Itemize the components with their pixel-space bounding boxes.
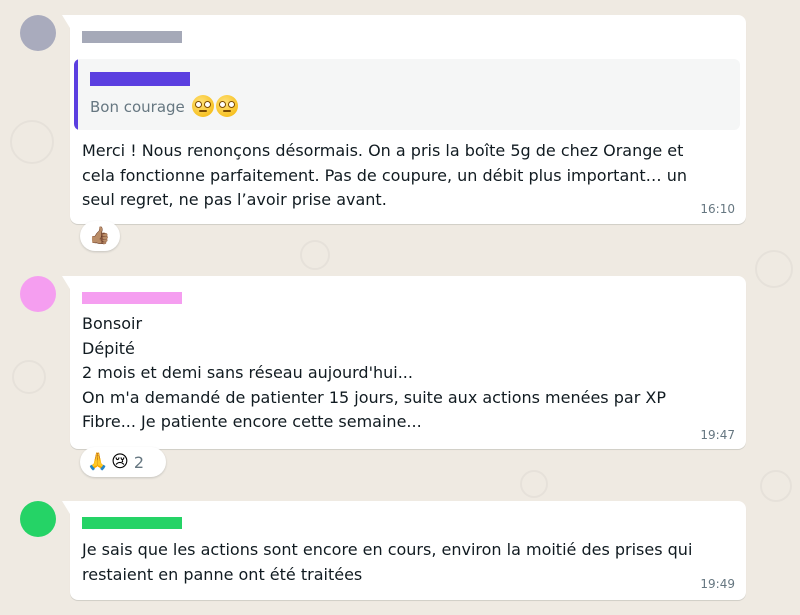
face-with-rolling-eyes-icon (191, 95, 214, 117)
wallpaper-doodle (12, 360, 46, 394)
reaction-count: 2 (133, 452, 145, 472)
reactions-pill[interactable]: 🙏 😢 2 (80, 447, 166, 477)
message-bubble[interactable]: Je sais que les actions sont encore en c… (62, 501, 746, 600)
reactions-pill[interactable]: 👍🏽 (80, 221, 120, 251)
quoted-text-label: Bon courage (90, 98, 185, 116)
message-text: Merci ! Nous renonçons désormais. On a p… (82, 141, 688, 209)
quoted-message[interactable]: Bon courage (74, 59, 740, 130)
sender-avatar[interactable] (20, 15, 56, 51)
wallpaper-doodle (760, 470, 792, 502)
quoted-text: Bon courage (90, 95, 238, 119)
wallpaper-doodle (10, 120, 54, 164)
message-bubble[interactable]: Bonsoir Dépité 2 mois et demi sans résea… (62, 276, 746, 449)
quote-accent-stripe (74, 59, 78, 130)
face-with-rolling-eyes-icon (215, 95, 238, 117)
sender-avatar[interactable] (20, 276, 56, 312)
crying-face-icon: 😢 (111, 452, 129, 472)
wallpaper-doodle (520, 470, 548, 498)
wallpaper-doodle (755, 250, 793, 288)
message-text: Bonsoir Dépité 2 mois et demi sans résea… (82, 314, 666, 431)
sender-avatar[interactable] (20, 501, 56, 537)
folded-hands-icon: 🙏 (87, 452, 109, 472)
sender-name-redacted[interactable] (82, 31, 182, 43)
message-time: 19:47 (700, 428, 735, 442)
message-time: 16:10 (700, 202, 735, 216)
sender-name-redacted[interactable] (82, 517, 182, 529)
wallpaper-doodle (300, 240, 330, 270)
message-time: 19:49 (700, 577, 735, 591)
sender-name-redacted[interactable] (82, 292, 182, 304)
message-bubble[interactable]: Bon courage Merci ! Nous renonçons désor… (62, 15, 746, 224)
thumbs-up-icon: 👍🏽 (89, 226, 111, 246)
quoted-author-redacted (90, 72, 190, 86)
message-text: Je sais que les actions sont encore en c… (82, 540, 693, 584)
